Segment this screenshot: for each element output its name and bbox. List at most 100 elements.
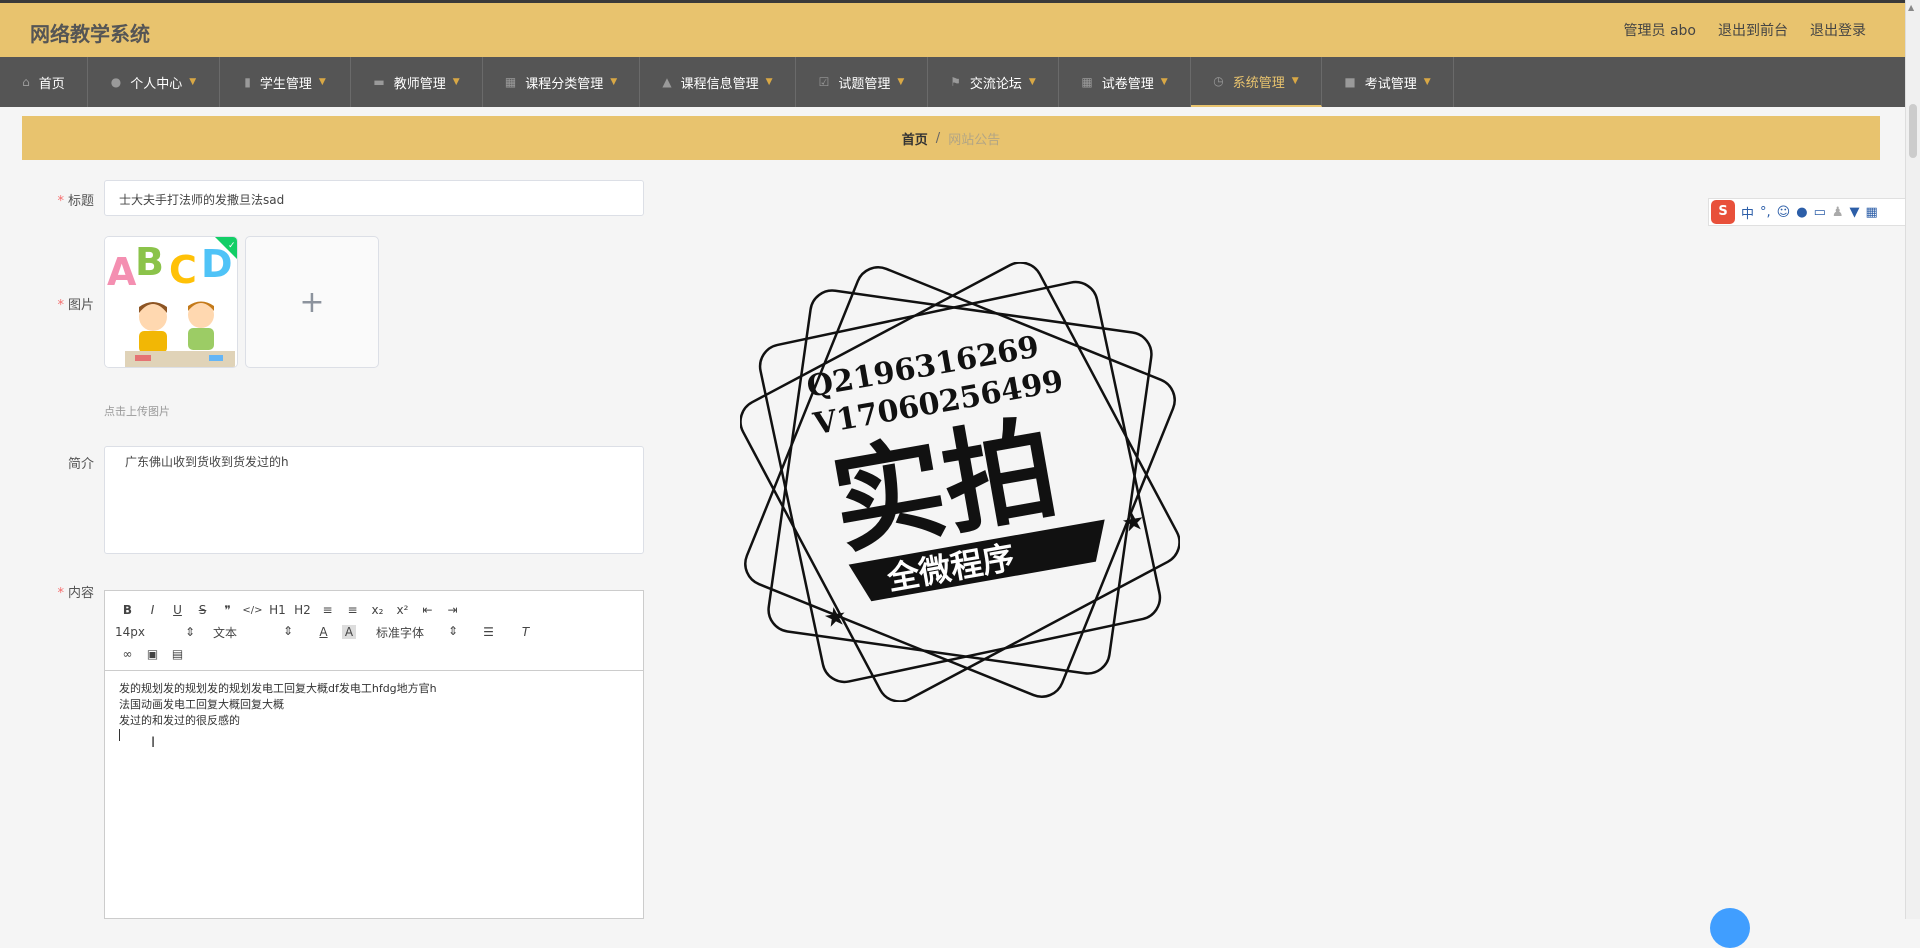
user-icon: ● <box>110 75 122 89</box>
nav-item-home[interactable]: ⌂ 首页 <box>0 57 88 107</box>
editor-line: 发的规划发的规划发的规划发电工回复大概df发电工hfdg地方官h <box>119 682 437 695</box>
title-input[interactable]: 士大夫手打法师的发撒旦法sad <box>104 180 644 216</box>
ime-mode[interactable]: 中 <box>1741 203 1754 222</box>
scrollbar-thumb[interactable] <box>1909 104 1917 158</box>
format-select[interactable]: 文本 ⇕ <box>213 624 293 641</box>
chevron-down-icon: ▼ <box>765 77 773 87</box>
strike-button[interactable]: S <box>190 603 215 617</box>
uploaded-image-thumbnail[interactable]: A B C D ✓ <box>104 236 238 368</box>
rich-text-editor: B I U S ❞ </> H1 H2 ≡ ≡ x₂ x² ⇤ ⇥ 14px ⇕… <box>104 590 644 919</box>
nav-item-personal-center[interactable]: ● 个人中心 ▼ <box>88 57 220 107</box>
checkbox-icon: ☑ <box>818 75 830 89</box>
link-icon[interactable]: ∞ <box>115 647 140 661</box>
editor-line: 法国动画发电工回复大概回复大概 <box>119 698 284 711</box>
chevron-down-icon: ▼ <box>1423 77 1431 87</box>
svg-text:A: A <box>107 250 137 294</box>
nav-item-students[interactable]: ▮ 学生管理 ▼ <box>220 57 351 107</box>
nav-label: 教师管理 <box>393 76 446 92</box>
video-icon[interactable]: ▤ <box>165 647 190 661</box>
background-color-icon[interactable]: A <box>342 625 356 639</box>
intro-label: 简介 <box>14 453 94 472</box>
top-links: 管理员 abo 退出到前台 退出登录 <box>1624 20 1866 40</box>
nav-label: 交流论坛 <box>969 76 1022 92</box>
italic-button[interactable]: I <box>140 603 165 617</box>
superscript-button[interactable]: x² <box>390 603 415 617</box>
subscript-button[interactable]: x₂ <box>365 603 390 617</box>
image-icon[interactable]: ▣ <box>140 647 165 661</box>
intro-textarea[interactable]: 广东佛山收到货收到货发过的h <box>104 446 644 554</box>
logout-link[interactable]: 退出登录 <box>1810 20 1866 40</box>
nav-label: 系统管理 <box>1232 75 1285 91</box>
image-upload-button[interactable]: + <box>245 236 379 368</box>
camera-icon: ■ <box>1344 75 1356 89</box>
nav-item-course-info[interactable]: ▲ 课程信息管理 ▼ <box>640 57 796 107</box>
nav-item-questions[interactable]: ☑ 试题管理 ▼ <box>796 57 928 107</box>
title-input-value: 士大夫手打法师的发撒旦法sad <box>119 193 285 207</box>
outdent-button[interactable]: ⇤ <box>415 603 440 617</box>
image-label: * 图片 <box>14 294 94 313</box>
indent-button[interactable]: ⇥ <box>440 603 465 617</box>
select-arrows-icon: ⇕ <box>282 623 293 638</box>
emoji-icon[interactable]: ☺ <box>1777 205 1791 220</box>
nav-item-forum[interactable]: ⚑ 交流论坛 ▼ <box>928 57 1059 107</box>
nav-item-papers[interactable]: ▦ 试卷管理 ▼ <box>1059 57 1191 107</box>
nav-label: 学生管理 <box>259 76 312 92</box>
content-label: * 内容 <box>14 582 94 601</box>
h2-button[interactable]: H2 <box>290 603 315 617</box>
user-icon[interactable]: ♟ <box>1832 205 1844 220</box>
code-button[interactable]: </> <box>240 605 265 616</box>
breadcrumb-current: 网站公告 <box>948 132 1001 148</box>
editor-content[interactable]: 发的规划发的规划发的规划发电工回复大概df发电工hfdg地方官h 法国动画发电工… <box>105 671 643 751</box>
scroll-up-icon[interactable]: ▲ <box>1908 3 1914 12</box>
intro-textarea-value: 广东佛山收到货收到货发过的h <box>125 455 289 469</box>
svg-text:✓: ✓ <box>228 241 236 251</box>
top-header: 网络教学系统 管理员 abo 退出到前台 退出登录 <box>0 0 1906 57</box>
align-icon[interactable]: ☰ <box>476 625 501 639</box>
microphone-icon[interactable]: ● <box>1796 205 1807 220</box>
quote-button[interactable]: ❞ <box>215 603 240 617</box>
chevron-down-icon: ▼ <box>1028 77 1036 87</box>
star-icon: ★ <box>821 601 849 635</box>
ordered-list-button[interactable]: ≡ <box>315 603 340 617</box>
ime-logo-icon[interactable]: S <box>1711 200 1735 224</box>
shirt-icon[interactable]: ▼ <box>1850 205 1860 220</box>
nav-label: 考试管理 <box>1364 76 1417 92</box>
chevron-down-icon: ▼ <box>452 77 460 87</box>
clear-format-icon[interactable]: T <box>513 625 538 639</box>
app-title: 网络教学系统 <box>30 22 150 46</box>
size-select-value: 14px <box>115 625 145 639</box>
svg-text:C: C <box>169 248 197 292</box>
font-select[interactable]: 标准字体 ⇕ <box>376 624 458 641</box>
bold-button[interactable]: B <box>115 603 140 617</box>
breadcrumb: 首页 / 网站公告 <box>22 116 1880 160</box>
chevron-down-icon: ▼ <box>897 77 905 87</box>
text-color-icon[interactable]: A <box>311 625 336 639</box>
back-to-front-link[interactable]: 退出到前台 <box>1718 20 1788 40</box>
nav-item-exams[interactable]: ■ 考试管理 ▼ <box>1322 57 1454 107</box>
text-cursor-icon: I <box>151 735 156 751</box>
content-label-text: 内容 <box>67 586 94 601</box>
h1-button[interactable]: H1 <box>265 603 290 617</box>
nav-item-course-categories[interactable]: ▦ 课程分类管理 ▼ <box>483 57 640 107</box>
vertical-scrollbar[interactable]: ▲ <box>1905 0 1920 919</box>
underline-button[interactable]: U <box>165 603 190 617</box>
apps-icon[interactable]: ▦ <box>1866 205 1878 220</box>
thumb-up-icon: ▲ <box>662 75 672 89</box>
bullet-list-button[interactable]: ≡ <box>340 603 365 617</box>
home-icon: ⌂ <box>22 75 30 89</box>
image-label-text: 图片 <box>67 298 94 313</box>
keyboard-icon[interactable]: ▭ <box>1814 205 1826 220</box>
nav-label: 课程分类管理 <box>525 76 604 92</box>
abcd-kids-image: A B C D ✓ <box>105 237 237 367</box>
nav-label: 试题管理 <box>838 76 891 92</box>
nav-item-teachers[interactable]: ▬ 教师管理 ▼ <box>351 57 483 107</box>
nav-label: 首页 <box>38 76 65 92</box>
breadcrumb-separator: / <box>935 130 941 146</box>
intro-label-text: 简介 <box>67 457 94 472</box>
required-mark: * <box>57 298 64 313</box>
nav-item-system[interactable]: ◷ 系统管理 ▼ <box>1191 57 1322 107</box>
breadcrumb-home[interactable]: 首页 <box>902 129 928 148</box>
floating-action-button[interactable] <box>1710 908 1750 948</box>
size-select[interactable]: 14px ⇕ <box>115 625 195 639</box>
ime-punct[interactable]: °, <box>1760 205 1771 220</box>
